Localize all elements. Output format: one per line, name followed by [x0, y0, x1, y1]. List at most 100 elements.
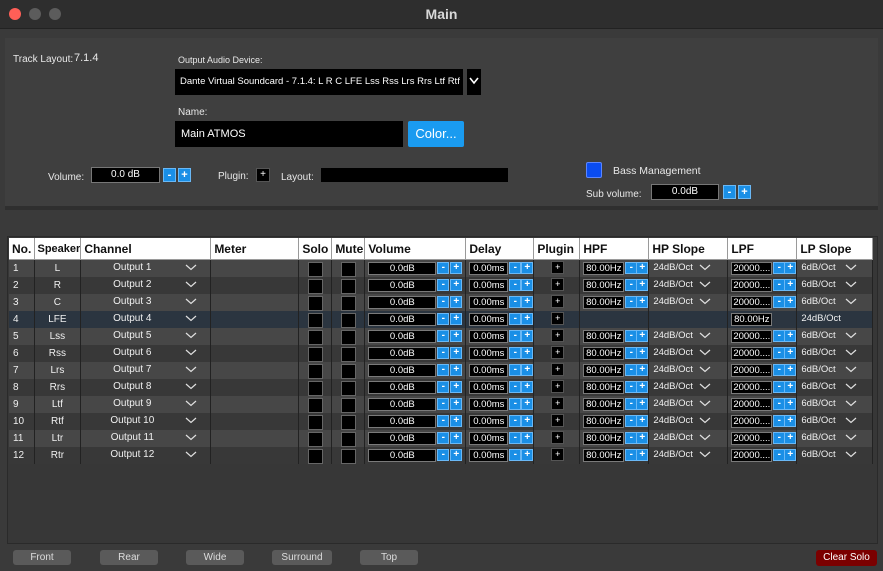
row-volume-field[interactable]: 0.0dB — [368, 279, 437, 292]
row-add-plugin-button[interactable]: + — [551, 312, 565, 325]
hp-slope-select[interactable]: 24dB/Oct — [648, 328, 729, 345]
row-delay-field[interactable]: 0.00ms — [469, 313, 509, 326]
row-delay-field[interactable]: 0.00ms — [469, 262, 509, 275]
row-add-plugin-button[interactable]: + — [551, 448, 565, 461]
row-delay-minus-button[interactable]: - — [509, 330, 522, 342]
mute-toggle[interactable] — [340, 397, 356, 413]
chevron-down-icon[interactable] — [845, 451, 857, 458]
channel-select[interactable]: Output 2 — [80, 277, 212, 294]
row-volume-plus-button[interactable]: + — [450, 262, 463, 274]
row-delay-minus-button[interactable]: - — [509, 296, 522, 308]
mute-toggle[interactable] — [340, 312, 356, 328]
header-volume[interactable]: Volume — [364, 238, 467, 260]
row-delay-plus-button[interactable]: + — [521, 415, 533, 427]
chevron-down-icon[interactable] — [185, 264, 197, 271]
table-row[interactable]: 10 Rtf Output 10 0.0dB - +0.00ms - + +80.00Hz - +2… — [9, 413, 874, 430]
lp-slope-select[interactable]: 6dB/Oct — [796, 413, 874, 430]
table-row[interactable]: 8 Rrs Output 8 0.0dB - +0.00ms - + +80.00Hz - +24d… — [9, 379, 874, 396]
lp-slope-select[interactable]: 6dB/Oct — [796, 447, 874, 464]
row-add-plugin-button[interactable]: + — [551, 397, 565, 410]
row-volume-field[interactable]: 0.0dB — [368, 381, 437, 394]
chevron-down-icon[interactable] — [185, 349, 197, 356]
row-volume-minus-button[interactable]: - — [437, 330, 450, 342]
hp-slope-select[interactable]: 24dB/Oct — [648, 362, 729, 379]
chevron-down-icon[interactable] — [699, 366, 711, 373]
add-plugin-button[interactable]: + — [256, 168, 270, 182]
lp-slope-select[interactable]: 6dB/Oct — [796, 277, 874, 294]
row-delay-plus-button[interactable]: + — [521, 381, 533, 393]
row-delay-plus-button[interactable]: + — [521, 398, 533, 410]
row-delay-field[interactable]: 0.00ms — [469, 449, 509, 462]
row-volume-field[interactable]: 0.0dB — [368, 330, 437, 343]
row-hpf-plus-button[interactable]: + — [636, 449, 648, 461]
chevron-down-icon[interactable] — [185, 298, 197, 305]
lp-slope-select[interactable]: 6dB/Oct — [796, 430, 874, 447]
bass-management-checkbox[interactable] — [586, 162, 602, 178]
row-volume-plus-button[interactable]: + — [450, 279, 463, 291]
chevron-down-icon[interactable] — [185, 434, 197, 441]
row-lpf-plus-button[interactable]: + — [784, 398, 796, 410]
preset-wide-button[interactable]: Wide — [186, 550, 244, 565]
row-volume-minus-button[interactable]: - — [437, 347, 450, 359]
lp-slope-select[interactable]: 6dB/Oct — [796, 345, 874, 362]
row-hpf-field[interactable]: 80.00Hz — [583, 398, 625, 411]
row-volume-plus-button[interactable]: + — [450, 381, 463, 393]
row-hpf-plus-button[interactable]: + — [636, 398, 648, 410]
row-volume-minus-button[interactable]: - — [437, 279, 450, 291]
row-add-plugin-button[interactable]: + — [551, 295, 565, 308]
header-speaker[interactable]: Speaker — [34, 238, 82, 260]
row-delay-field[interactable]: 0.00ms — [469, 398, 509, 411]
header-solo[interactable]: Solo — [298, 238, 333, 260]
row-lpf-field[interactable]: 20000.... — [731, 279, 773, 292]
solo-toggle[interactable] — [307, 431, 323, 447]
table-row[interactable]: 6 Rss Output 6 0.0dB - +0.00ms - + +80.00Hz - +24d… — [9, 345, 874, 362]
hp-slope-select[interactable]: 24dB/Oct — [648, 277, 729, 294]
row-lpf-plus-button[interactable]: + — [784, 415, 796, 427]
row-hpf-plus-button[interactable]: + — [636, 364, 648, 376]
row-volume-field[interactable]: 0.0dB — [368, 398, 437, 411]
preset-front-button[interactable]: Front — [13, 550, 71, 565]
row-hpf-field[interactable]: 80.00Hz — [583, 381, 625, 394]
row-delay-plus-button[interactable]: + — [521, 262, 533, 274]
clear-solo-button[interactable]: Clear Solo — [816, 550, 877, 566]
row-delay-minus-button[interactable]: - — [509, 364, 522, 376]
row-delay-field[interactable]: 0.00ms — [469, 432, 509, 445]
row-hpf-field[interactable]: 80.00Hz — [583, 262, 625, 275]
row-volume-minus-button[interactable]: - — [437, 398, 450, 410]
row-volume-plus-button[interactable]: + — [450, 415, 463, 427]
row-delay-plus-button[interactable]: + — [521, 347, 533, 359]
solo-toggle[interactable] — [307, 380, 323, 396]
row-delay-plus-button[interactable]: + — [521, 313, 533, 325]
row-add-plugin-button[interactable]: + — [551, 380, 565, 393]
lp-slope-select[interactable]: 6dB/Oct — [796, 379, 874, 396]
chevron-down-icon[interactable] — [699, 298, 711, 305]
chevron-down-icon[interactable] — [845, 434, 857, 441]
volume-minus-button[interactable]: - — [163, 168, 176, 182]
row-delay-plus-button[interactable]: + — [521, 279, 533, 291]
row-lpf-field[interactable]: 20000.... — [731, 398, 773, 411]
table-row[interactable]: 11 Ltr Output 11 0.0dB - +0.00ms - + +80.00Hz - +2… — [9, 430, 874, 447]
sub-volume-field[interactable]: 0.0dB — [651, 184, 719, 200]
chevron-down-icon[interactable] — [845, 298, 857, 305]
row-volume-plus-button[interactable]: + — [450, 364, 463, 376]
row-delay-plus-button[interactable]: + — [521, 364, 533, 376]
solo-toggle[interactable] — [307, 397, 323, 413]
lp-slope-select[interactable]: 24dB/Oct — [796, 311, 874, 328]
row-volume-plus-button[interactable]: + — [450, 398, 463, 410]
mute-toggle[interactable] — [340, 278, 356, 294]
row-volume-plus-button[interactable]: + — [450, 432, 463, 444]
row-volume-field[interactable]: 0.0dB — [368, 262, 437, 275]
row-delay-minus-button[interactable]: - — [509, 279, 522, 291]
row-volume-minus-button[interactable]: - — [437, 296, 450, 308]
row-hpf-field[interactable]: 80.00Hz — [583, 364, 625, 377]
row-lpf-field[interactable]: 80.00Hz — [731, 313, 773, 326]
row-volume-minus-button[interactable]: - — [437, 364, 450, 376]
row-lpf-field[interactable]: 20000.... — [731, 381, 773, 394]
lp-slope-select[interactable]: 6dB/Oct — [796, 362, 874, 379]
color-button[interactable]: Color... — [408, 121, 464, 147]
chevron-down-icon[interactable] — [845, 383, 857, 390]
header-hpf[interactable]: HPF — [579, 238, 650, 260]
row-lpf-plus-button[interactable]: + — [784, 296, 796, 308]
chevron-down-icon[interactable] — [699, 281, 711, 288]
row-volume-field[interactable]: 0.0dB — [368, 364, 437, 377]
